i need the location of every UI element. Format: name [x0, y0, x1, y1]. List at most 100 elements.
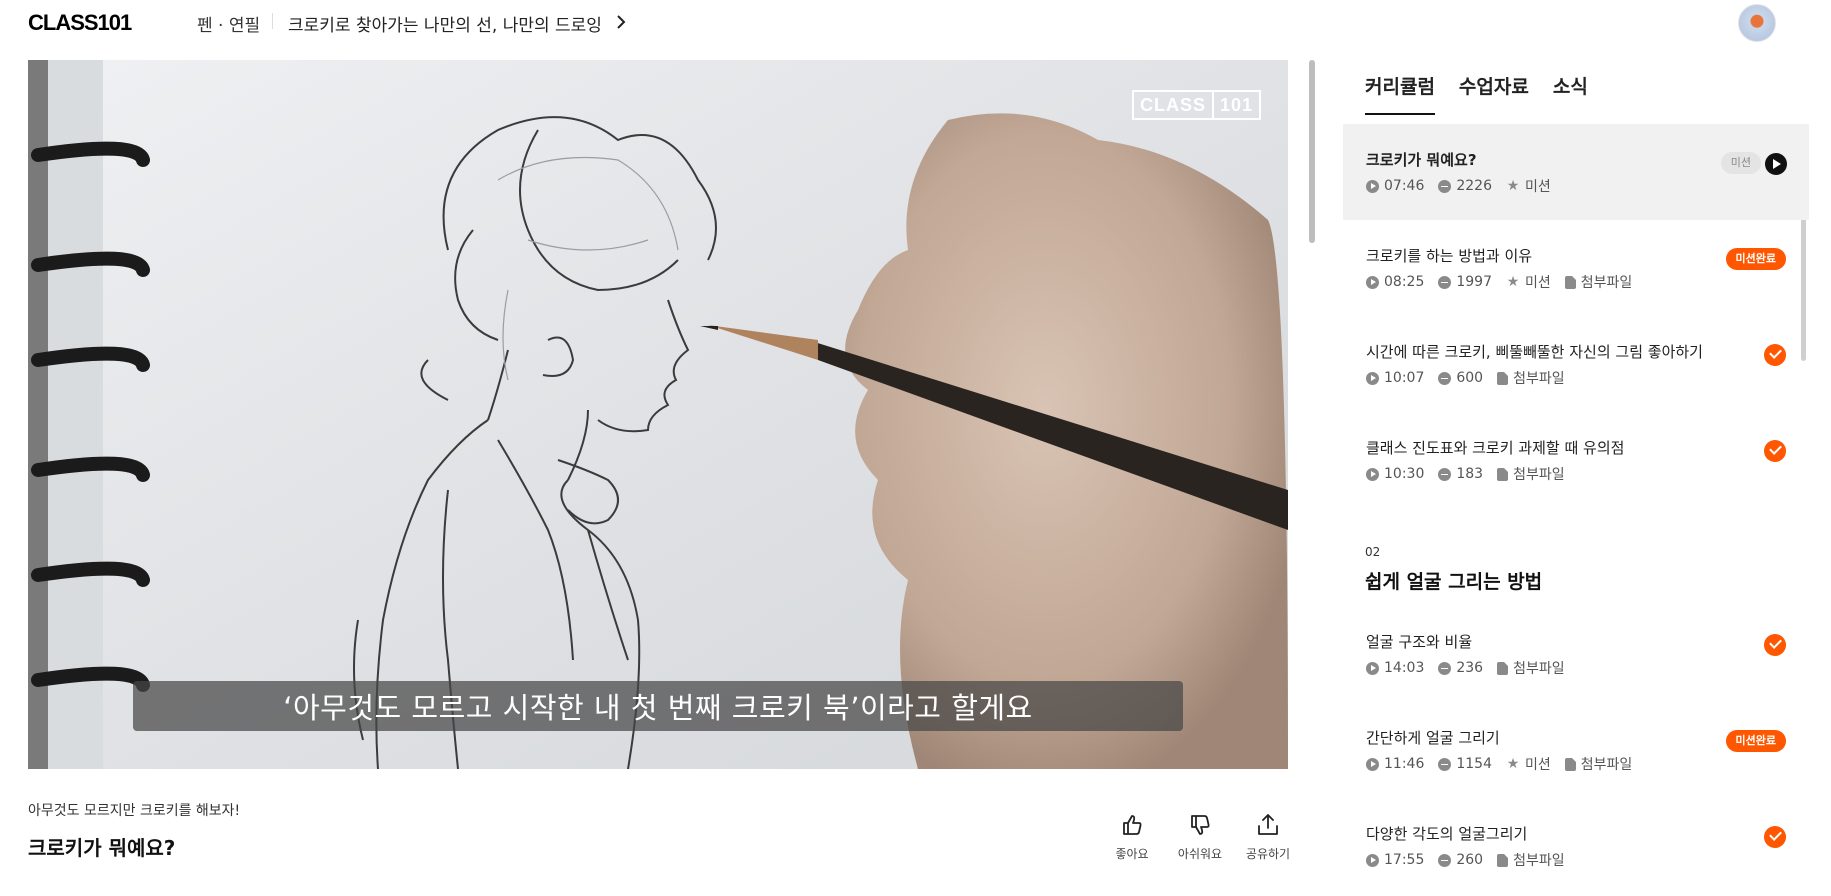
watermark-right: 101 — [1212, 92, 1259, 118]
section-title: 쉽게 얼굴 그리는 방법 — [1365, 571, 1543, 593]
file-icon — [1497, 853, 1509, 867]
check-circle-icon — [1764, 344, 1786, 366]
lesson-comments: 1154 — [1456, 756, 1492, 772]
like-button[interactable]: 좋아요 — [1098, 812, 1166, 862]
comment-icon — [1438, 467, 1452, 481]
page-scrollbar[interactable] — [1309, 60, 1315, 243]
play-circle-icon — [1366, 275, 1379, 289]
lesson-item[interactable]: 다양한 각도의 얼굴그리기 17:55 260 첨부파일 — [1343, 798, 1809, 894]
breadcrumb-course-title[interactable]: 크로키로 찾아가는 나만의 선, 나만의 드로잉 — [288, 11, 602, 36]
check-circle-icon — [1764, 826, 1786, 848]
star-icon: ★ — [1506, 273, 1520, 290]
lesson-attachment: 첨부파일 — [1513, 853, 1565, 869]
play-circle-icon — [1366, 661, 1379, 675]
chevron-right-icon[interactable] — [614, 13, 628, 31]
comment-icon — [1438, 757, 1452, 771]
tab-news[interactable]: 소식 — [1553, 72, 1588, 115]
lesson-duration: 14:03 — [1384, 660, 1425, 676]
lesson-title: 크로키가 뭐예요? — [28, 836, 176, 860]
lesson-comments: 236 — [1456, 660, 1484, 676]
lesson-duration: 11:46 — [1384, 756, 1425, 772]
lesson-item[interactable]: 시간에 따른 크로키, 삐뚤빼뚤한 자신의 그림 좋아하기 10:07 600 … — [1343, 316, 1809, 412]
mission-complete-badge: 미션완료 — [1725, 730, 1786, 752]
lesson-item-title: 크로키가 뭐예요? — [1366, 151, 1477, 169]
lesson-info: 아무것도 모르지만 크로키를 해보자! 크로키가 뭐예요? — [28, 800, 240, 861]
check-circle-icon — [1764, 440, 1786, 462]
watermark-left: CLASS — [1140, 95, 1207, 115]
lesson-attachment: 첨부파일 — [1513, 661, 1565, 677]
file-icon — [1564, 757, 1576, 771]
dislike-label: 아쉬워요 — [1177, 847, 1223, 861]
lesson-item-title: 다양한 각도의 얼굴그리기 — [1366, 825, 1528, 843]
play-circle-icon — [1366, 853, 1379, 867]
breadcrumb-divider — [272, 13, 273, 29]
like-label: 좋아요 — [1115, 847, 1149, 861]
dislike-button[interactable]: 아쉬워요 — [1166, 812, 1234, 862]
lesson-item[interactable]: 간단하게 얼굴 그리기 11:46 1154 ★ 미션 첨부파일 미션완료 — [1343, 702, 1809, 798]
class101-watermark: CLASS 101 — [1132, 90, 1262, 120]
video-subtitle: ‘아무것도 모르고 시작한 내 첫 번째 크로키 북’이라고 할게요 — [133, 681, 1183, 731]
top-header: CLASS101 펜 · 연필 크로키로 찾아가는 나만의 선, 나만의 드로잉 — [0, 0, 1831, 46]
lesson-item-meta: 14:03 236 첨부파일 — [1366, 658, 1579, 678]
lesson-item-title: 간단하게 얼굴 그리기 — [1366, 729, 1500, 747]
lesson-item[interactable]: 크로키를 하는 방법과 이유 08:25 1997 ★ 미션 첨부파일 미션완료 — [1343, 220, 1809, 316]
share-button[interactable]: 공유하기 — [1234, 812, 1302, 862]
lesson-duration: 08:25 — [1384, 274, 1425, 290]
lesson-item-title: 크로키를 하는 방법과 이유 — [1366, 247, 1533, 265]
lesson-comments: 183 — [1456, 466, 1484, 482]
play-icon[interactable] — [1765, 153, 1787, 175]
lesson-attachment: 첨부파일 — [1580, 275, 1633, 291]
lesson-item-meta: 17:55 260 첨부파일 — [1366, 850, 1579, 870]
lesson-item-meta: 10:30 183 첨부파일 — [1366, 464, 1579, 484]
lesson-item-meta: 10:07 600 첨부파일 — [1366, 368, 1579, 388]
lesson-item-meta: 11:46 1154 ★ 미션 첨부파일 — [1366, 754, 1646, 774]
drawing-video-frame — [28, 60, 1288, 769]
star-icon: ★ — [1506, 177, 1520, 194]
lesson-item-title: 시간에 따른 크로키, 삐뚤빼뚤한 자신의 그림 좋아하기 — [1366, 343, 1703, 361]
lesson-item[interactable]: 클래스 진도표와 크로키 과제할 때 유의점 10:30 183 첨부파일 — [1343, 412, 1809, 508]
class101-logo[interactable]: CLASS101 — [28, 10, 132, 36]
lesson-mission: 미션 — [1525, 179, 1551, 195]
lesson-item[interactable]: 크로키가 뭐예요? 07:46 2226 ★ 미션 미션 — [1343, 124, 1809, 220]
video-player[interactable]: CLASS 101 ‘아무것도 모르고 시작한 내 첫 번째 크로키 북’이라고… — [28, 60, 1288, 769]
comment-icon — [1438, 661, 1452, 675]
tab-materials[interactable]: 수업자료 — [1459, 72, 1529, 115]
check-circle-icon — [1764, 634, 1786, 656]
thumbs-up-icon — [1123, 815, 1142, 835]
lesson-item-meta: 07:46 2226 ★ 미션 — [1366, 176, 1565, 196]
section-number: 02 — [1365, 545, 1381, 559]
file-icon — [1497, 371, 1509, 385]
comment-icon — [1438, 179, 1452, 193]
lesson-item[interactable]: 얼굴 구조와 비율 14:03 236 첨부파일 — [1343, 606, 1809, 702]
lesson-attachment: 첨부파일 — [1580, 757, 1633, 773]
lesson-mission: 미션 — [1525, 757, 1551, 773]
comment-icon — [1438, 275, 1452, 289]
subtitle-text: ‘아무것도 모르고 시작한 내 첫 번째 크로키 북’이라고 할게요 — [283, 691, 1033, 725]
play-circle-icon — [1366, 467, 1379, 481]
lesson-comments: 600 — [1456, 370, 1484, 386]
lesson-duration: 10:30 — [1384, 466, 1425, 482]
comment-icon — [1438, 853, 1452, 867]
file-icon — [1564, 275, 1576, 289]
comment-icon — [1438, 371, 1452, 385]
lesson-actions: 좋아요 아쉬워요 공유하기 — [1098, 812, 1302, 862]
lesson-item-meta: 08:25 1997 ★ 미션 첨부파일 — [1366, 272, 1646, 292]
star-icon: ★ — [1506, 755, 1520, 772]
share-icon — [1258, 814, 1278, 835]
play-circle-icon — [1366, 757, 1379, 771]
lesson-mission: 미션 — [1525, 275, 1551, 291]
lesson-attachment: 첨부파일 — [1513, 371, 1565, 387]
mission-badge: 미션 — [1720, 152, 1761, 174]
course-subtitle: 아무것도 모르지만 크로키를 해보자! — [28, 803, 241, 819]
tab-curriculum[interactable]: 커리큘럼 — [1365, 72, 1435, 115]
file-icon — [1497, 467, 1509, 481]
lesson-comments: 260 — [1456, 852, 1484, 868]
breadcrumb-category[interactable]: 펜 · 연필 — [197, 11, 260, 36]
file-icon — [1497, 661, 1509, 675]
lesson-duration: 17:55 — [1384, 852, 1425, 868]
lesson-duration: 10:07 — [1384, 370, 1425, 386]
user-avatar[interactable] — [1738, 4, 1776, 42]
lesson-item-title: 얼굴 구조와 비율 — [1366, 633, 1473, 651]
play-circle-icon — [1366, 371, 1379, 385]
curriculum-panel: 커리큘럼 수업자료 소식 크로키가 뭐예요? 07:46 2226 ★ 미션 미션… — [1343, 60, 1809, 896]
